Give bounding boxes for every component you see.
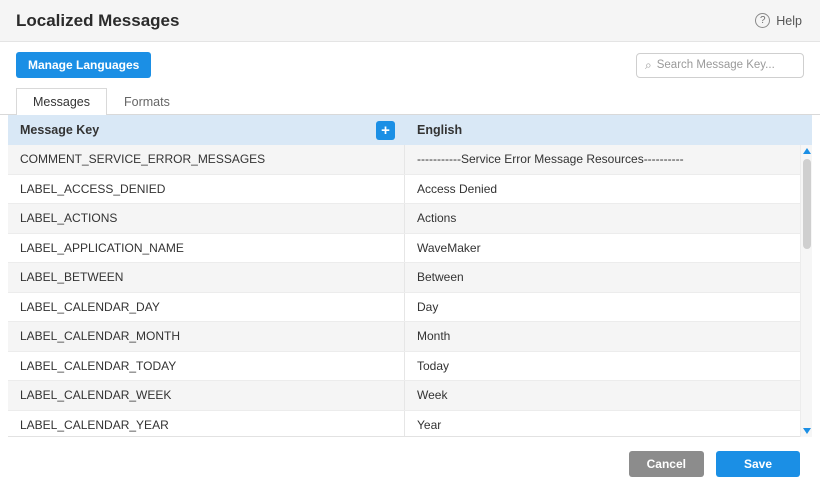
- table-row[interactable]: LABEL_APPLICATION_NAME WaveMaker: [8, 234, 800, 264]
- message-key-cell[interactable]: LABEL_CALENDAR_TODAY: [8, 352, 405, 381]
- message-key-cell[interactable]: LABEL_ACCESS_DENIED: [8, 175, 405, 204]
- message-value-cell[interactable]: Month: [405, 329, 800, 343]
- message-key-column-label: Message Key: [20, 123, 99, 137]
- vertical-scrollbar[interactable]: [800, 145, 812, 437]
- table-row[interactable]: LABEL_BETWEEN Between: [8, 263, 800, 293]
- message-value-cell[interactable]: Between: [405, 270, 800, 284]
- plus-icon: +: [381, 123, 390, 138]
- table-row[interactable]: LABEL_CALENDAR_YEAR Year: [8, 411, 800, 438]
- message-key-cell[interactable]: LABEL_CALENDAR_MONTH: [8, 322, 405, 351]
- table-row[interactable]: LABEL_CALENDAR_MONTH Month: [8, 322, 800, 352]
- message-value-cell[interactable]: Week: [405, 388, 800, 402]
- table-header-row: Message Key + English: [8, 115, 812, 145]
- tab-formats[interactable]: Formats: [107, 88, 187, 115]
- column-header-english: English: [405, 123, 812, 137]
- tab-messages[interactable]: Messages: [16, 88, 107, 115]
- search-icon: ⌕: [645, 59, 652, 71]
- dialog-header: Localized Messages ? Help: [0, 0, 820, 42]
- message-key-cell[interactable]: LABEL_ACTIONS: [8, 204, 405, 233]
- scroll-up-icon[interactable]: [803, 148, 811, 154]
- message-value-cell[interactable]: WaveMaker: [405, 241, 800, 255]
- manage-languages-button[interactable]: Manage Languages: [16, 52, 151, 78]
- english-column-label: English: [417, 123, 462, 137]
- search-box[interactable]: ⌕: [636, 53, 804, 78]
- message-key-cell[interactable]: LABEL_CALENDAR_WEEK: [8, 381, 405, 410]
- message-key-cell[interactable]: LABEL_APPLICATION_NAME: [8, 234, 405, 263]
- add-message-key-button[interactable]: +: [376, 121, 395, 140]
- message-key-cell[interactable]: LABEL_CALENDAR_DAY: [8, 293, 405, 322]
- table-row[interactable]: LABEL_CALENDAR_WEEK Week: [8, 381, 800, 411]
- message-value-cell[interactable]: Year: [405, 418, 800, 432]
- table-row[interactable]: LABEL_CALENDAR_TODAY Today: [8, 352, 800, 382]
- table-row[interactable]: LABEL_ACCESS_DENIED Access Denied: [8, 175, 800, 205]
- table-row[interactable]: LABEL_ACTIONS Actions: [8, 204, 800, 234]
- table-row[interactable]: COMMENT_SERVICE_ERROR_MESSAGES ---------…: [8, 145, 800, 175]
- toolbar: Manage Languages ⌕: [0, 42, 820, 84]
- messages-table: Message Key + English COMMENT_SERVICE_ER…: [8, 115, 812, 437]
- message-value-cell[interactable]: Access Denied: [405, 182, 800, 196]
- dialog-footer: Cancel Save: [0, 437, 820, 477]
- message-value-cell[interactable]: Actions: [405, 211, 800, 225]
- message-value-cell[interactable]: Day: [405, 300, 800, 314]
- help-button[interactable]: ? Help: [755, 13, 802, 28]
- tab-bar: Messages Formats: [0, 84, 820, 115]
- message-key-cell[interactable]: LABEL_CALENDAR_YEAR: [8, 411, 405, 438]
- help-label: Help: [776, 14, 802, 28]
- message-value-cell[interactable]: Today: [405, 359, 800, 373]
- message-key-cell[interactable]: LABEL_BETWEEN: [8, 263, 405, 292]
- scrollbar-thumb[interactable]: [803, 159, 811, 249]
- search-input[interactable]: [657, 59, 795, 71]
- page-title: Localized Messages: [16, 11, 179, 31]
- cancel-button[interactable]: Cancel: [629, 451, 704, 477]
- scroll-down-icon[interactable]: [803, 428, 811, 434]
- message-key-cell[interactable]: COMMENT_SERVICE_ERROR_MESSAGES: [8, 145, 405, 174]
- table-rows: COMMENT_SERVICE_ERROR_MESSAGES ---------…: [8, 145, 812, 437]
- column-header-message-key: Message Key +: [8, 121, 405, 140]
- save-button[interactable]: Save: [716, 451, 800, 477]
- help-icon: ?: [755, 13, 770, 28]
- table-body: COMMENT_SERVICE_ERROR_MESSAGES ---------…: [8, 145, 812, 437]
- table-row[interactable]: LABEL_CALENDAR_DAY Day: [8, 293, 800, 323]
- message-value-cell[interactable]: -----------Service Error Message Resourc…: [405, 152, 800, 166]
